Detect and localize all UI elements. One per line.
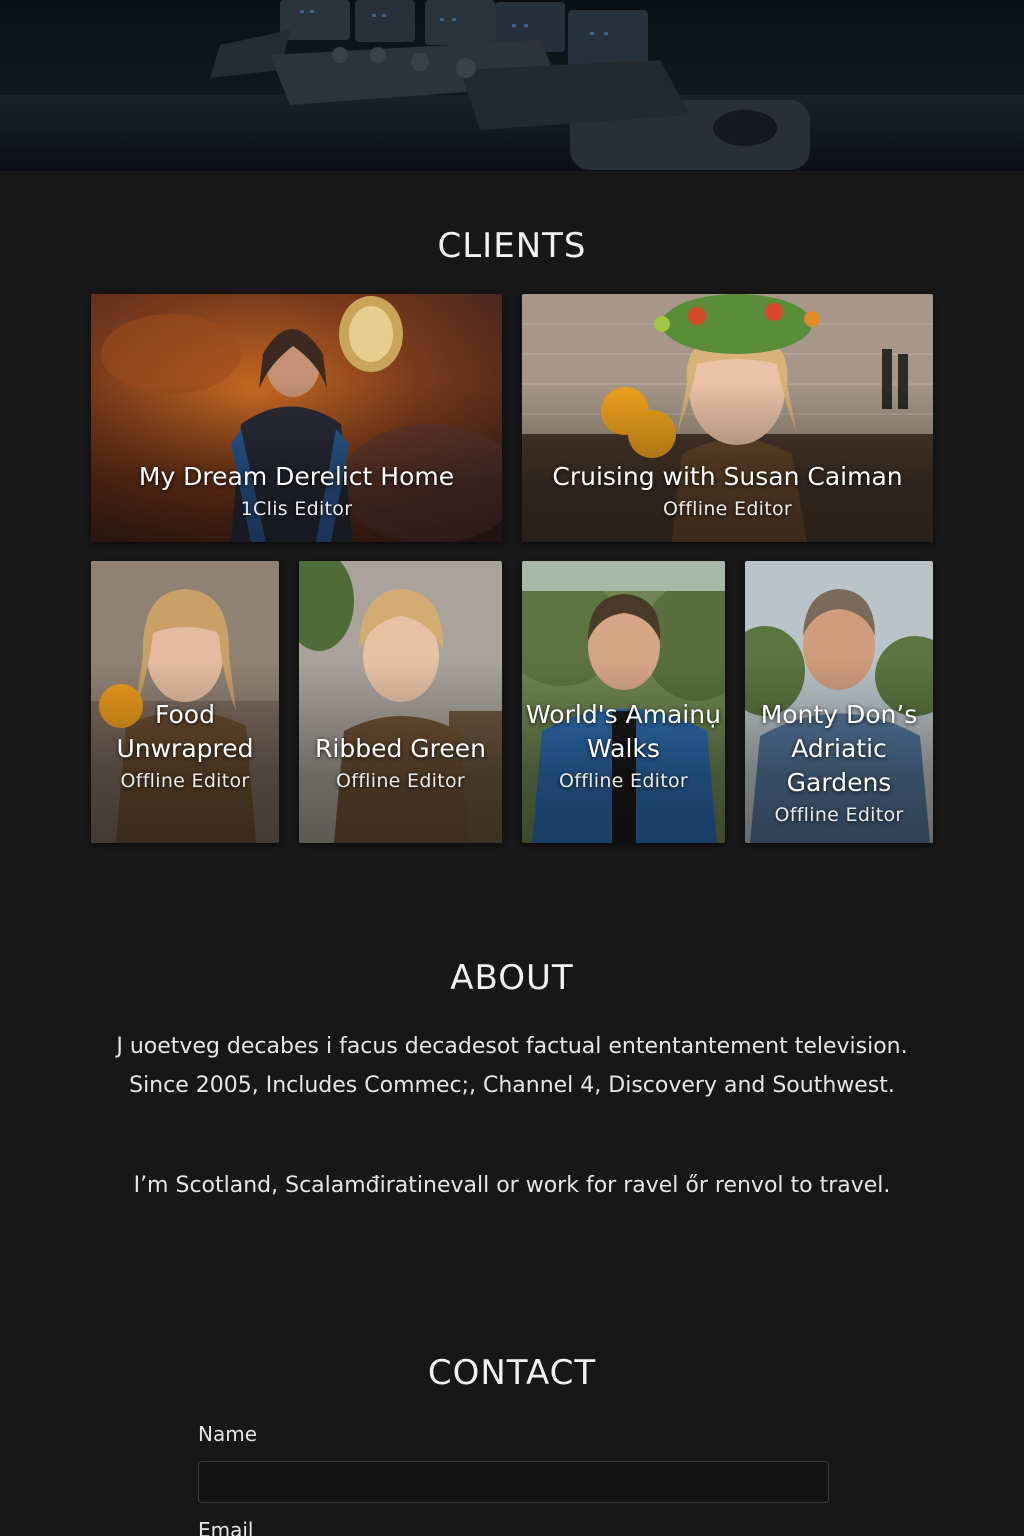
client-caption: My Dream Derelict Home 1Clis Editor	[91, 460, 502, 524]
client-caption: Ribbed Green Offline Editor	[299, 732, 502, 796]
client-card-my-dream-derelict-home[interactable]: My Dream Derelict Home 1Clis Editor	[91, 294, 502, 542]
about-paragraph: I’m Scotland, Scalamđiratinevall or work…	[133, 1173, 891, 1198]
clients-heading: CLIENTS	[437, 226, 587, 266]
client-title: World's Amainụ Walks	[526, 700, 721, 763]
client-card-food-unwrapred[interactable]: Food Unwrapred Offline Editor	[91, 561, 279, 843]
client-caption: World's Amainụ Walks Offline Editor	[522, 698, 725, 796]
client-card-monty-dons-adriatic-gardens[interactable]: Monty Don’s Adriatic Gardens Offline Edi…	[745, 561, 933, 843]
portfolio-page: CLIENTS My Dream Derelict Home 1Clis Edi…	[0, 0, 1024, 1536]
client-caption: Cruising with Susan Caiman Offline Edito…	[522, 460, 933, 524]
client-role: Offline Editor	[774, 804, 904, 826]
client-role: Offline Editor	[662, 498, 793, 520]
name-input[interactable]	[198, 1461, 829, 1503]
edit-console-illustration	[0, 0, 1024, 171]
about-paragraph: J uoetveg decabes i facus decadesot fact…	[116, 1034, 908, 1098]
email-label: Email	[198, 1518, 254, 1536]
client-role: 1Clis Editor	[240, 498, 353, 520]
client-title: Ribbed Green	[315, 734, 486, 763]
about-heading: ABOUT	[450, 958, 574, 998]
client-role: Offline Editor	[558, 770, 689, 792]
client-caption: Monty Don’s Adriatic Gardens Offline Edi…	[745, 698, 933, 830]
client-title: Monty Don’s Adriatic Gardens	[760, 700, 918, 797]
client-caption: Food Unwrapred Offline Editor	[91, 698, 279, 796]
contact-heading: CONTACT	[427, 1353, 597, 1393]
client-card-ribbed-green[interactable]: Ribbed Green Offline Editor	[299, 561, 502, 843]
client-title: Food Unwrapred	[116, 700, 254, 763]
client-title: My Dream Derelict Home	[138, 462, 455, 491]
caption-shade	[299, 561, 502, 843]
client-role: Offline Editor	[120, 770, 250, 792]
hero-banner-image	[0, 0, 1024, 171]
client-card-cruising-with-susan-caiman[interactable]: Cruising with Susan Caiman Offline Edito…	[522, 294, 933, 542]
client-title: Cruising with Susan Caiman	[552, 462, 903, 491]
client-role: Offline Editor	[335, 770, 466, 792]
name-label: Name	[198, 1422, 258, 1446]
client-card-worlds-amainu-walks[interactable]: World's Amainụ Walks Offline Editor	[522, 561, 725, 843]
